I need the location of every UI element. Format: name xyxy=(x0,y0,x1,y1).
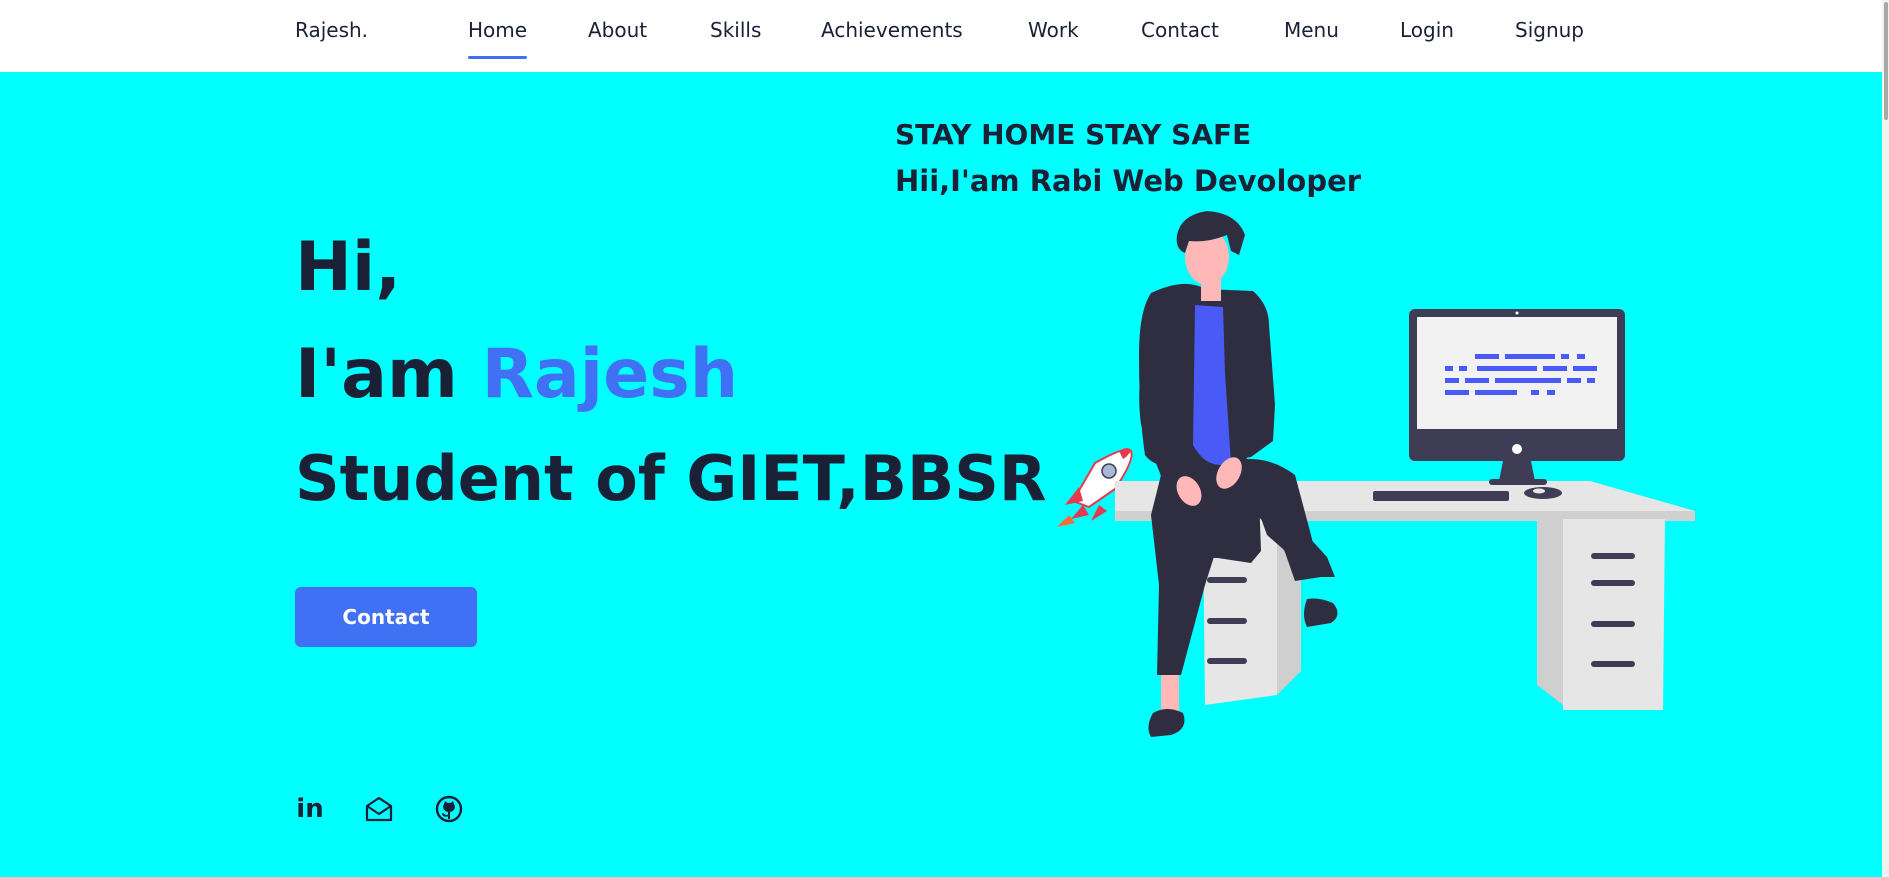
linkedin-icon-label: in xyxy=(296,794,324,824)
contact-button[interactable]: Contact xyxy=(295,587,477,647)
hero-role: Student of GIET,BBSR xyxy=(295,442,1047,515)
site-logo[interactable]: Rajesh. xyxy=(295,18,368,42)
nav-contact[interactable]: Contact xyxy=(1141,18,1219,42)
linkedin-icon[interactable]: in xyxy=(295,794,325,824)
top-navbar: Rajesh. Home About Skills Achievements W… xyxy=(0,0,1889,72)
tagline-stay-safe: STAY HOME STAY SAFE xyxy=(895,118,1252,151)
nav-achievements[interactable]: Achievements xyxy=(821,18,963,42)
github-icon[interactable] xyxy=(434,794,464,824)
nav-work[interactable]: Work xyxy=(1028,18,1079,42)
keyboard xyxy=(1373,491,1509,501)
hero-name-line: I'am Rajesh xyxy=(295,335,738,414)
hero-intro-text: I'am xyxy=(295,335,458,414)
nav-login[interactable]: Login xyxy=(1400,18,1454,42)
monitor xyxy=(1409,309,1625,485)
tagline-intro: Hii,I'am Rabi Web Devoloper xyxy=(895,164,1362,198)
scrollbar-thumb[interactable] xyxy=(1884,2,1888,120)
mail-icon[interactable] xyxy=(364,794,394,824)
nav-signup[interactable]: Signup xyxy=(1515,18,1584,42)
hero-greeting: Hi, xyxy=(295,228,402,307)
mouse xyxy=(1524,487,1562,499)
nav-home[interactable]: Home xyxy=(468,18,528,60)
developer-illustration xyxy=(1057,211,1695,737)
main-nav: Home About Skills Achievements Work Cont… xyxy=(468,18,1584,60)
nav-menu[interactable]: Menu xyxy=(1284,18,1339,42)
nav-about[interactable]: About xyxy=(588,18,647,42)
scrollbar-track[interactable] xyxy=(1882,0,1889,877)
github-icon-glyph xyxy=(435,795,463,823)
nav-skills[interactable]: Skills xyxy=(710,18,761,42)
mail-icon-glyph xyxy=(365,796,393,822)
hero-name: Rajesh xyxy=(481,335,739,414)
